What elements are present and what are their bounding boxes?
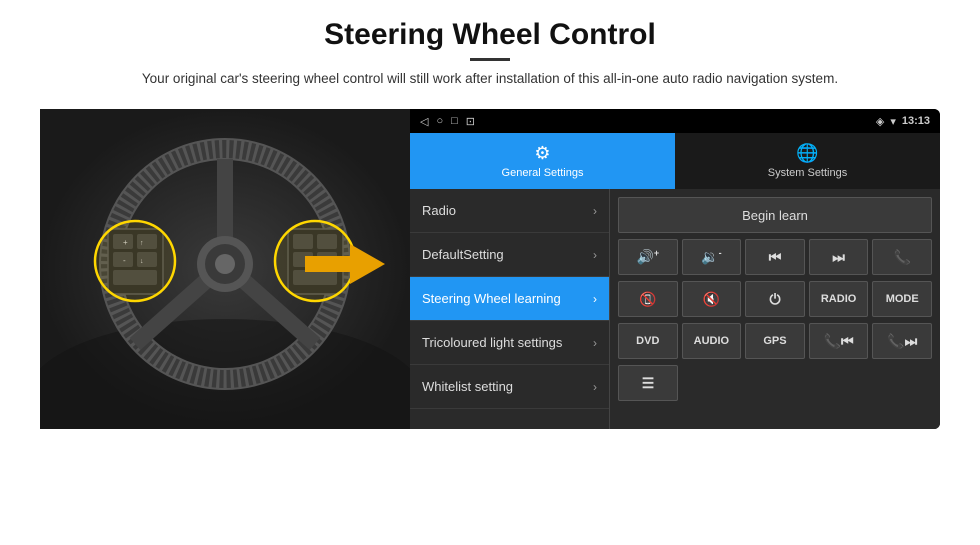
gps-label: GPS (763, 335, 786, 347)
call-end-button[interactable]: 📵 (618, 281, 678, 317)
tricoloured-chevron-icon: › (593, 336, 597, 350)
vol-down-icon: 🔉- (701, 248, 721, 266)
begin-learn-button[interactable]: Begin learn (618, 197, 932, 233)
content-area: + - ↑ ↓ (40, 109, 940, 535)
radio-label: RADIO (821, 293, 856, 305)
page-subtitle: Your original car's steering wheel contr… (142, 69, 838, 89)
prev-track-icon: ⏮ (769, 249, 782, 266)
steering-wheel-svg: + - ↑ ↓ (40, 109, 410, 429)
general-settings-icon: ⚙ (534, 143, 550, 164)
mode-label: MODE (886, 293, 919, 305)
page-container: Steering Wheel Control Your original car… (0, 0, 980, 545)
menu-item-whitelist[interactable]: Whitelist setting › (410, 365, 609, 409)
radio-chevron-icon: › (593, 204, 597, 218)
next-button[interactable]: ⏭ (809, 239, 869, 275)
mute-icon: 🔇 (703, 291, 720, 308)
power-icon: ⏻ (769, 291, 780, 308)
phone-answer-icon: 📞 (893, 249, 910, 266)
signal-icon: ▾ (890, 115, 896, 128)
vol-up-icon: 🔊+ (636, 248, 659, 266)
tel-prev-button[interactable]: 📞⏮ (809, 323, 869, 359)
page-title: Steering Wheel Control (142, 18, 838, 52)
whitelist-chevron-icon: › (593, 380, 597, 394)
menu-whitelist-label: Whitelist setting (422, 379, 513, 394)
main-content: Radio › DefaultSetting › Steering Wheel … (410, 189, 940, 429)
status-bar: ◁ ○ □ ⊡ ◈ ▾ 13:13 (410, 109, 940, 133)
gps-button[interactable]: GPS (745, 323, 805, 359)
status-time: 13:13 (902, 115, 930, 127)
next-track-icon: ⏭ (832, 249, 845, 266)
vol-down-button[interactable]: 🔉- (682, 239, 742, 275)
system-settings-icon: 🌐 (796, 143, 818, 164)
control-panel: Begin learn 🔊+ 🔉- ⏮ (610, 189, 940, 429)
menu-tricoloured-label: Tricoloured light settings (422, 335, 562, 350)
audio-button[interactable]: AUDIO (682, 323, 742, 359)
prev-button[interactable]: ⏮ (745, 239, 805, 275)
steering-chevron-icon: › (593, 292, 597, 306)
begin-learn-row: Begin learn (618, 197, 932, 233)
location-icon: ◈ (876, 115, 884, 128)
menu-item-default[interactable]: DefaultSetting › (410, 233, 609, 277)
menu-default-label: DefaultSetting (422, 247, 504, 262)
tab-general[interactable]: ⚙ General Settings (410, 133, 675, 189)
menu-item-steering[interactable]: Steering Wheel learning › (410, 277, 609, 321)
nav-icons: ◁ ○ □ ⊡ (420, 115, 475, 128)
menu-steering-label: Steering Wheel learning (422, 291, 561, 306)
control-row-2: 📵 🔇 ⏻ RADIO MODE (618, 281, 932, 317)
back-icon: ◁ (420, 115, 428, 128)
power-button[interactable]: ⏻ (745, 281, 805, 317)
title-divider (470, 58, 510, 61)
screen-icon: ⊡ (466, 115, 475, 128)
phone-button[interactable]: 📞 (872, 239, 932, 275)
mute-button[interactable]: 🔇 (682, 281, 742, 317)
control-row-3: DVD AUDIO GPS 📞⏮ 📞⏭ (618, 323, 932, 359)
vol-up-button[interactable]: 🔊+ (618, 239, 678, 275)
menu-item-radio[interactable]: Radio › (410, 189, 609, 233)
audio-label: AUDIO (694, 335, 729, 347)
steering-wheel-area: + - ↑ ↓ (40, 109, 410, 429)
dvd-button[interactable]: DVD (618, 323, 678, 359)
menu-button[interactable]: ☰ (618, 365, 678, 401)
control-row-4: ☰ (618, 365, 932, 401)
tab-system-label: System Settings (768, 167, 847, 179)
tab-system[interactable]: 🌐 System Settings (675, 133, 940, 189)
menu-icon: ☰ (642, 375, 655, 392)
head-unit: ◁ ○ □ ⊡ ◈ ▾ 13:13 ⚙ General Settings (410, 109, 940, 429)
default-chevron-icon: › (593, 248, 597, 262)
home-icon: ○ (436, 115, 443, 127)
recent-icon: □ (451, 115, 458, 127)
dvd-label: DVD (636, 335, 659, 347)
call-end-icon: 📵 (639, 291, 656, 308)
status-right: ◈ ▾ 13:13 (876, 115, 930, 128)
mode-button[interactable]: MODE (872, 281, 932, 317)
menu-item-tricoloured[interactable]: Tricoloured light settings › (410, 321, 609, 365)
tab-bar: ⚙ General Settings 🌐 System Settings (410, 133, 940, 189)
title-section: Steering Wheel Control Your original car… (142, 18, 838, 89)
tel-prev-icon: 📞⏮ (824, 333, 854, 350)
tel-next-icon: 📞⏭ (887, 333, 917, 350)
control-row-1: 🔊+ 🔉- ⏮ ⏭ 📞 (618, 239, 932, 275)
menu-radio-label: Radio (422, 203, 456, 218)
tel-next-button[interactable]: 📞⏭ (872, 323, 932, 359)
menu-list: Radio › DefaultSetting › Steering Wheel … (410, 189, 610, 429)
radio-button[interactable]: RADIO (809, 281, 869, 317)
tab-general-label: General Settings (502, 167, 584, 179)
